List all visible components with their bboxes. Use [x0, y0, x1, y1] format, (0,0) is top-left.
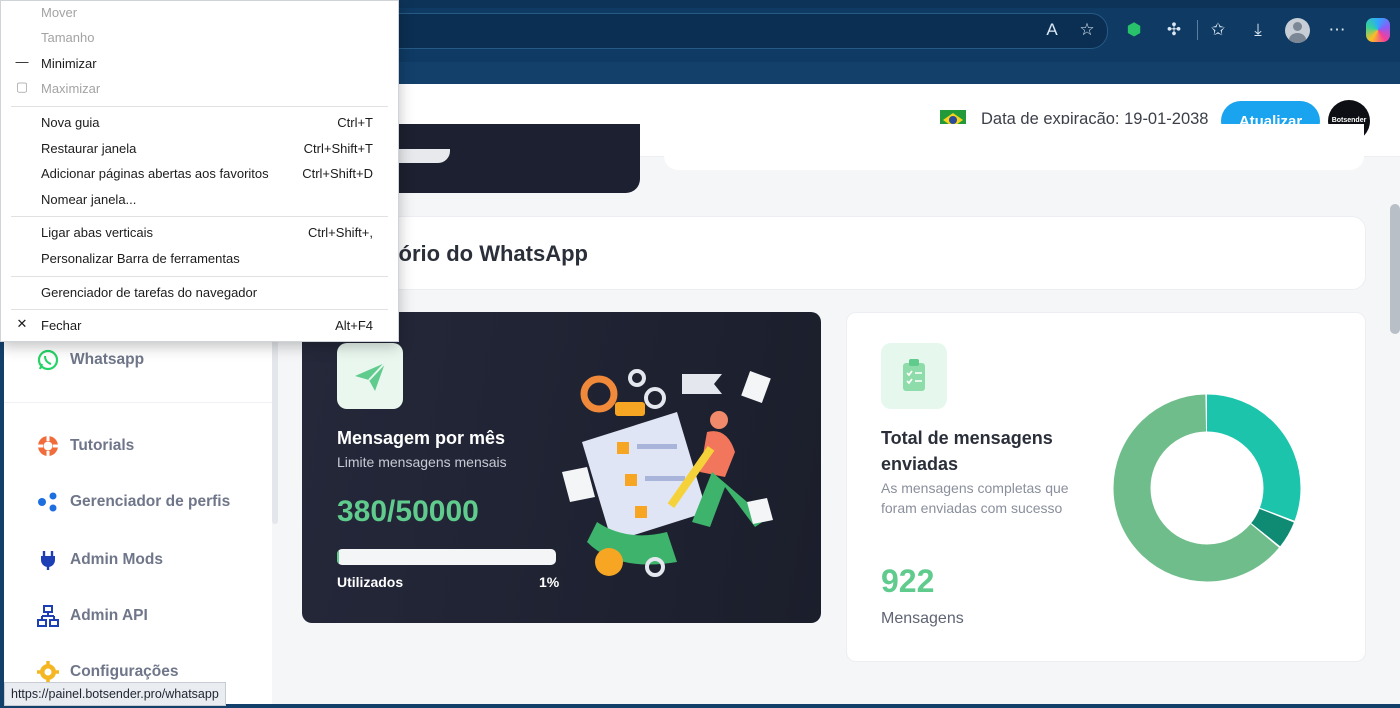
sidebar-item-admin-api[interactable]: Admin API: [36, 604, 148, 628]
sidebar: Whatsapp Tutorials Gerenciador de perfis: [4, 334, 272, 704]
page-scrollbar[interactable]: [1390, 204, 1400, 334]
favorite-star-icon[interactable]: ☆: [1075, 18, 1099, 42]
sidebar-item-label: Tutorials: [70, 437, 135, 454]
menu-separator: [11, 276, 388, 277]
total-unit: Mensagens: [881, 610, 964, 627]
sidebar-item-tutorials[interactable]: Tutorials: [36, 434, 134, 458]
menu-item-label: Adicionar páginas abertas aos favoritos: [41, 166, 269, 181]
menu-item-shortcut: Ctrl+Shift+,: [307, 225, 373, 240]
menu-item-label: Gerenciador de tarefas do navegador: [41, 285, 258, 300]
menu-item-size: Tamanho: [1, 26, 398, 51]
checklist-illustration: [562, 369, 773, 577]
menu-item-bookmark-open-pages[interactable]: Adicionar páginas abertas aos favoritos C…: [1, 162, 398, 187]
sidebar-divider: [4, 402, 272, 403]
sidebar-item-label: Whatsapp: [70, 351, 145, 368]
more-options-icon[interactable]: ⋯: [1325, 18, 1349, 42]
sitemap-icon: [37, 605, 59, 627]
total-title: Total de mensagens enviadas: [881, 428, 1053, 474]
extensions-puzzle-icon[interactable]: ✣: [1162, 18, 1186, 42]
menu-item-restore-window[interactable]: Restaurar janela Ctrl+Shift+T: [1, 137, 398, 162]
menu-item-shortcut: Alt+F4: [335, 318, 373, 333]
total-messages-card: Total de mensagens enviadas As mensagens…: [846, 312, 1366, 662]
monthly-messages-card: Mensagem por mês Limite mensagens mensai…: [302, 312, 821, 623]
menu-item-label: Tamanho: [41, 30, 95, 45]
profile-avatar[interactable]: [1285, 18, 1310, 43]
menu-item-minimize[interactable]: — Minimizar: [1, 52, 398, 77]
report-title: atório do WhatsApp: [379, 241, 588, 266]
menu-item-label: Nova guia: [41, 115, 100, 130]
menu-separator: [11, 309, 388, 310]
menu-item-label: Maximizar: [41, 81, 101, 96]
menu-item-task-manager[interactable]: Gerenciador de tarefas do navegador: [1, 281, 398, 306]
share-nodes-icon: [38, 492, 57, 512]
window-context-menu: Mover Tamanho — Minimizar ▢ Maximizar Nova gui…: [0, 0, 399, 342]
progress-fill: [337, 549, 340, 565]
sidebar-item-label: Admin API: [70, 607, 148, 624]
menu-item-label: Personalizar Barra de ferramentas: [41, 251, 240, 266]
sidebar-item-admin-mods[interactable]: Admin Mods: [36, 548, 163, 572]
toolbar-separator: [1197, 20, 1198, 40]
menu-item-vertical-tabs[interactable]: Ligar abas verticais Ctrl+Shift+,: [1, 221, 398, 246]
menu-item-label: Fechar: [41, 318, 82, 333]
sidebar-item-whatsapp[interactable]: Whatsapp: [36, 348, 144, 372]
copilot-icon[interactable]: [1366, 18, 1390, 42]
total-subtitle: As mensagens completas que foram enviada…: [881, 480, 1069, 516]
menu-item-icon: ▢: [15, 79, 29, 94]
menu-separator: [11, 216, 388, 217]
sidebar-item-label: Configurações: [70, 663, 179, 680]
monthly-title: Mensagem por mês: [337, 428, 506, 448]
total-count: 922: [881, 563, 935, 599]
report-title-card: atório do WhatsApp: [300, 216, 1366, 290]
top-right-card: [664, 124, 1364, 170]
menu-item-new-tab[interactable]: Nova guia Ctrl+T: [1, 111, 398, 136]
menu-item-label: Mover: [41, 5, 78, 20]
favorites-icon[interactable]: ✩: [1206, 18, 1230, 42]
sidebar-item-profile-manager[interactable]: Gerenciador de perfis: [36, 490, 230, 514]
status-url-tooltip: https://painel.botsender.pro/whatsapp: [4, 682, 226, 706]
menu-item-customize-toolbar[interactable]: Personalizar Barra de ferramentas: [1, 247, 398, 272]
plug-icon: [41, 551, 55, 570]
menu-item-icon: ✕: [16, 316, 28, 331]
read-aloud-icon[interactable]: A: [1040, 18, 1064, 42]
clipboard-icon-box: [881, 343, 947, 409]
paper-plane-icon-box: [337, 343, 403, 409]
messages-donut-chart: [1113, 394, 1301, 582]
monthly-count: 380/50000: [337, 495, 479, 528]
menu-item-move: Mover: [1, 1, 398, 26]
whatsapp-icon: [37, 349, 59, 371]
menu-item-shortcut: Ctrl+Shift+T: [303, 141, 373, 156]
extension-green-icon[interactable]: ⬢: [1122, 18, 1146, 42]
sidebar-item-label: Admin Mods: [70, 551, 163, 568]
menu-item-shortcut: Ctrl+T: [337, 115, 373, 130]
address-bar[interactable]: [380, 13, 1108, 49]
downloads-icon[interactable]: ⤓: [1246, 18, 1270, 42]
sidebar-item-settings[interactable]: Configurações: [36, 660, 179, 684]
clipboard-icon: [903, 359, 925, 391]
menu-item-maximize: ▢ Maximizar: [1, 77, 398, 102]
monthly-progress-bar: [337, 549, 556, 565]
lifebuoy-icon: [38, 436, 58, 456]
monthly-subtitle: Limite mensagens mensais: [337, 454, 507, 470]
sidebar-item-label: Gerenciador de perfis: [70, 493, 231, 510]
sidebar-scrollbar[interactable]: [272, 334, 278, 524]
gear-icon: [37, 661, 59, 683]
menu-item-label: Restaurar janela: [41, 141, 137, 156]
paper-plane-icon: [355, 362, 386, 391]
used-label: Utilizados: [337, 574, 404, 590]
menu-item-icon: —: [15, 54, 29, 69]
tab-strip[interactable]: [398, 0, 1400, 8]
menu-item-label: Minimizar: [41, 56, 97, 71]
menu-item-name-window[interactable]: Nomear janela...: [1, 188, 398, 213]
menu-item-label: Nomear janela...: [41, 192, 137, 207]
menu-separator: [11, 106, 388, 107]
menu-item-label: Ligar abas verticais: [41, 225, 153, 240]
menu-item-close[interactable]: ✕ Fechar Alt+F4: [1, 314, 398, 339]
menu-item-shortcut: Ctrl+Shift+D: [302, 166, 373, 181]
